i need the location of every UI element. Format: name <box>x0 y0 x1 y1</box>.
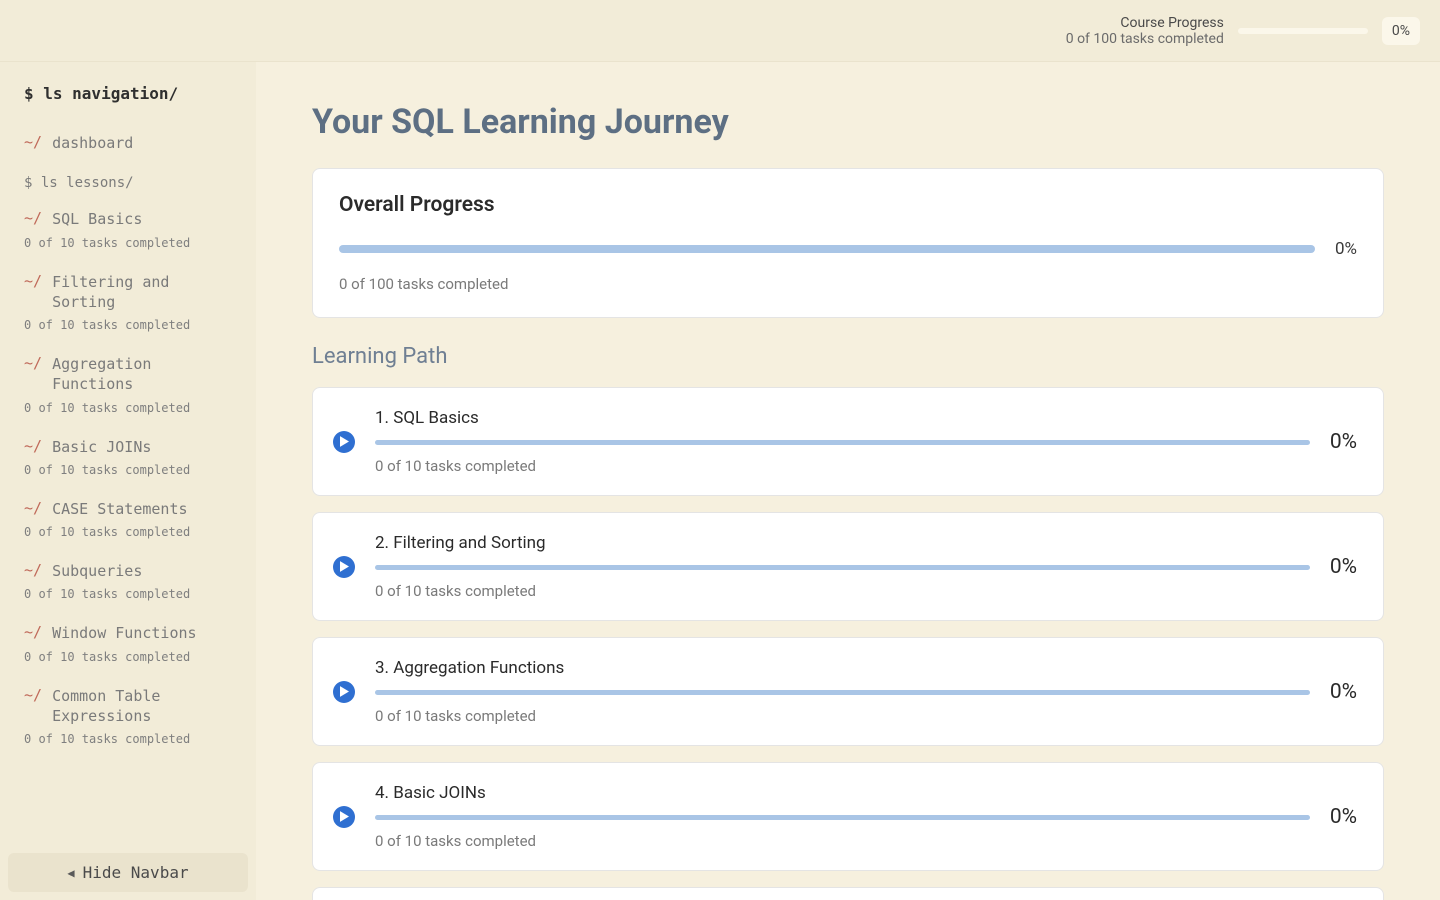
sidebar-lesson-item[interactable]: ~/ Basic JOINs 0 of 10 tasks completed <box>24 437 240 477</box>
sidebar-lesson-item[interactable]: ~/ SQL Basics 0 of 10 tasks completed <box>24 209 240 249</box>
lesson-sub: 0 of 10 tasks completed <box>375 582 1310 600</box>
hide-navbar-label: Hide Navbar <box>83 863 189 882</box>
page-title: Your SQL Learning Journey <box>312 102 1384 142</box>
course-progress-label: Course Progress <box>1066 15 1224 31</box>
sidebar-lessons-header: $ ls lessons/ <box>24 175 240 191</box>
sidebar-item-dashboard[interactable]: ~/ dashboard <box>24 133 240 153</box>
sidebar-lesson-label: CASE Statements <box>52 499 187 519</box>
sidebar-lesson-meta: 0 of 10 tasks completed <box>24 318 240 332</box>
sidebar-lesson-label: Aggregation Functions <box>52 354 240 395</box>
sidebar-lesson-meta: 0 of 10 tasks completed <box>24 236 240 250</box>
play-icon <box>333 431 355 453</box>
sidebar-lesson-label: Basic JOINs <box>52 437 151 457</box>
lesson-percent: 0% <box>1330 555 1357 579</box>
sidebar-lesson-label: SQL Basics <box>52 209 142 229</box>
sidebar: $ ls navigation/ ~/ dashboard $ ls lesso… <box>0 62 256 900</box>
lesson-title: 2. Filtering and Sorting <box>375 533 1310 553</box>
tilde-slash-icon: ~/ <box>24 499 42 519</box>
sidebar-lesson-meta: 0 of 10 tasks completed <box>24 463 240 477</box>
sidebar-lesson-item[interactable]: ~/ Subqueries 0 of 10 tasks completed <box>24 561 240 601</box>
overall-progress-heading: Overall Progress <box>339 193 1357 217</box>
play-icon <box>333 806 355 828</box>
lesson-title: 4. Basic JOINs <box>375 783 1310 803</box>
sidebar-item-label: dashboard <box>52 133 133 153</box>
tilde-slash-icon: ~/ <box>24 686 42 706</box>
lesson-progress-bar <box>375 565 1310 570</box>
tilde-slash-icon: ~/ <box>24 133 42 153</box>
lesson-percent: 0% <box>1330 430 1357 454</box>
lesson-card[interactable]: 1. SQL Basics 0 of 10 tasks completed 0% <box>312 387 1384 496</box>
sidebar-lesson-meta: 0 of 10 tasks completed <box>24 525 240 539</box>
lesson-progress-bar <box>375 440 1310 445</box>
lesson-card[interactable]: 5. CASE Statements0% <box>312 887 1384 900</box>
sidebar-lesson-label: Subqueries <box>52 561 142 581</box>
overall-progress-bar <box>339 245 1315 253</box>
sidebar-lesson-label: Common Table Expressions <box>52 686 240 727</box>
lesson-title: 1. SQL Basics <box>375 408 1310 428</box>
course-progress-percent: 0% <box>1382 17 1420 45</box>
play-icon <box>333 556 355 578</box>
overall-progress-card: Overall Progress 0% 0 of 100 tasks compl… <box>312 168 1384 318</box>
sidebar-lesson-meta: 0 of 10 tasks completed <box>24 732 240 746</box>
overall-progress-sub: 0 of 100 tasks completed <box>339 275 1357 293</box>
sidebar-lesson-meta: 0 of 10 tasks completed <box>24 401 240 415</box>
lesson-sub: 0 of 10 tasks completed <box>375 457 1310 475</box>
lesson-card[interactable]: 3. Aggregation Functions 0 of 10 tasks co… <box>312 637 1384 746</box>
tilde-slash-icon: ~/ <box>24 272 42 292</box>
sidebar-lesson-label: Window Functions <box>52 623 197 643</box>
tilde-slash-icon: ~/ <box>24 437 42 457</box>
sidebar-lesson-meta: 0 of 10 tasks completed <box>24 587 240 601</box>
tilde-slash-icon: ~/ <box>24 623 42 643</box>
sidebar-lesson-item[interactable]: ~/ Common Table Expressions 0 of 10 tasks … <box>24 686 240 747</box>
sidebar-lesson-item[interactable]: ~/ Aggregation Functions 0 of 10 tasks com… <box>24 354 240 415</box>
lesson-sub: 0 of 10 tasks completed <box>375 707 1310 725</box>
lesson-sub: 0 of 10 tasks completed <box>375 832 1310 850</box>
lesson-card[interactable]: 2. Filtering and Sorting 0 of 10 tasks co… <box>312 512 1384 621</box>
sidebar-title: $ ls navigation/ <box>24 84 240 103</box>
lesson-progress-bar <box>375 690 1310 695</box>
sidebar-lesson-item[interactable]: ~/ CASE Statements 0 of 10 tasks completed <box>24 499 240 539</box>
lesson-progress-bar <box>375 815 1310 820</box>
learning-path-heading: Learning Path <box>312 344 1384 369</box>
play-icon <box>333 681 355 703</box>
hide-navbar-button[interactable]: ◀ Hide Navbar <box>8 853 248 892</box>
sidebar-lesson-meta: 0 of 10 tasks completed <box>24 650 240 664</box>
lesson-percent: 0% <box>1330 680 1357 704</box>
lesson-card[interactable]: 4. Basic JOINs 0 of 10 tasks completed 0% <box>312 762 1384 871</box>
course-progress-text: Course Progress 0 of 100 tasks completed <box>1066 15 1224 47</box>
topbar: Course Progress 0 of 100 tasks completed… <box>0 0 1440 62</box>
main-content: Your SQL Learning Journey Overall Progre… <box>256 62 1440 900</box>
overall-progress-percent: 0% <box>1335 239 1357 259</box>
tilde-slash-icon: ~/ <box>24 354 42 374</box>
tilde-slash-icon: ~/ <box>24 209 42 229</box>
sidebar-lesson-label: Filtering and Sorting <box>52 272 240 313</box>
course-progress-bar <box>1238 28 1368 34</box>
sidebar-lesson-item[interactable]: ~/ Filtering and Sorting 0 of 10 tasks com… <box>24 272 240 333</box>
triangle-left-icon: ◀ <box>67 866 74 880</box>
tilde-slash-icon: ~/ <box>24 561 42 581</box>
lesson-percent: 0% <box>1330 805 1357 829</box>
sidebar-lesson-item[interactable]: ~/ Window Functions 0 of 10 tasks complete… <box>24 623 240 663</box>
lesson-title: 3. Aggregation Functions <box>375 658 1310 678</box>
course-progress-sub: 0 of 100 tasks completed <box>1066 31 1224 47</box>
